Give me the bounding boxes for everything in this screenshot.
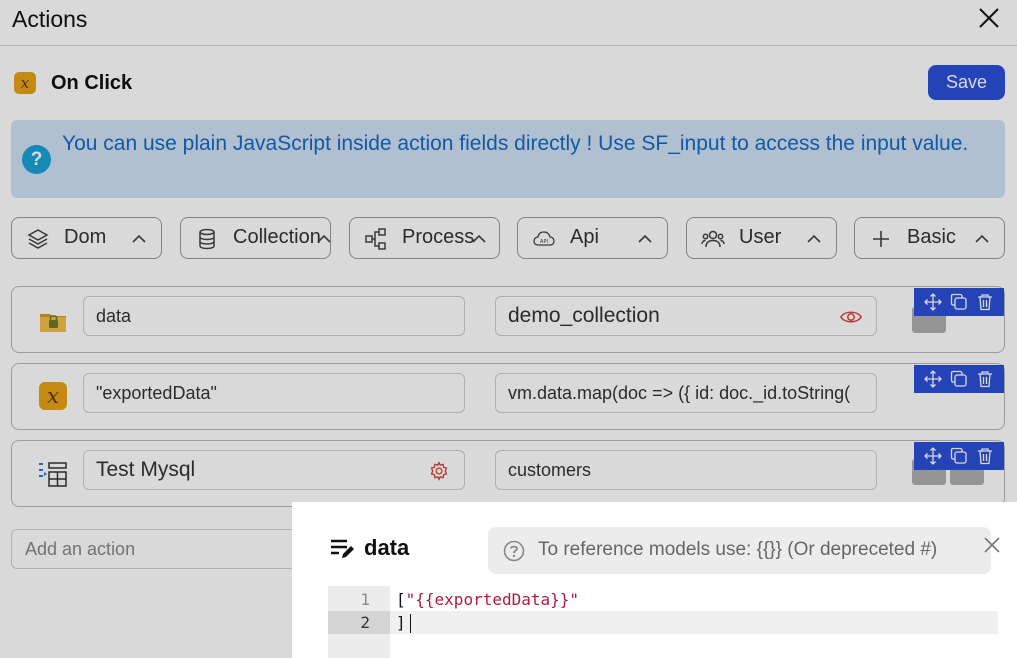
add-action-input[interactable] [12, 530, 310, 568]
question-icon: ? [22, 145, 51, 174]
variable-icon: x [39, 382, 67, 410]
trash-icon[interactable] [976, 370, 994, 388]
hint-banner: To reference models use: {{}} (Or deprec… [488, 527, 991, 574]
action-target-field[interactable]: "exportedData" [83, 373, 465, 413]
gear-icon[interactable] [428, 461, 450, 481]
panel-title: Actions [12, 6, 88, 32]
category-dom[interactable]: Dom [11, 217, 162, 259]
line-number: 2 [328, 611, 390, 634]
code-bracket: ] [396, 613, 406, 632]
action-row[interactable]: Test Mysql customers [11, 440, 1005, 507]
copy-icon[interactable] [950, 370, 968, 388]
move-icon[interactable] [924, 447, 942, 465]
category-label: Collection [233, 226, 321, 248]
code-line[interactable]: ["{{exportedData}}" [390, 588, 998, 611]
category-label: Dom [64, 226, 107, 248]
chevron-up-icon [317, 234, 331, 243]
category-label: User [739, 226, 782, 248]
category-collection[interactable]: Collection [180, 217, 331, 259]
folder-lock-icon [40, 314, 66, 332]
action-row[interactable]: x "exportedData" vm.data.map(doc => ({ i… [11, 363, 1005, 430]
table-icon [39, 462, 67, 487]
field-value: "exportedData" [96, 382, 217, 403]
chevron-up-icon [132, 234, 146, 243]
code-editor-modal: data To reference models use: {{}} (Or d… [292, 502, 1017, 658]
category-label: Basic [907, 226, 956, 248]
action-toolbar [914, 442, 1004, 470]
category-label: Process [402, 226, 475, 248]
users-icon [701, 230, 725, 248]
trigger-label: On Click [51, 71, 133, 94]
edit-list-icon [331, 539, 354, 558]
category-basic[interactable]: Basic [854, 217, 1005, 259]
action-toolbar [914, 365, 1004, 393]
plus-icon [873, 231, 889, 247]
chevron-up-icon [638, 234, 652, 243]
trash-icon[interactable] [976, 293, 994, 311]
copy-icon[interactable] [950, 447, 968, 465]
action-value-field[interactable]: demo_collection [495, 296, 877, 336]
modal-title: data [364, 535, 410, 560]
category-bar: Dom Collection Process API Api User Basi… [11, 217, 1005, 259]
code-editor[interactable]: 1 2 ["{{exportedData}}" ] [328, 586, 998, 658]
layers-icon [27, 229, 49, 249]
eye-icon[interactable] [840, 307, 862, 327]
code-string: "{{exportedData}}" [405, 590, 580, 609]
action-toolbar [914, 288, 1004, 316]
info-banner: ? You can use plain JavaScript inside ac… [11, 120, 1005, 198]
field-value: customers [508, 459, 592, 480]
process-icon [365, 228, 386, 250]
move-icon[interactable] [924, 370, 942, 388]
action-value-field[interactable]: vm.data.map(doc => ({ id: doc._id.toStri… [495, 373, 877, 413]
category-process[interactable]: Process [349, 217, 500, 259]
panel-header: Actions [0, 0, 1017, 46]
category-api[interactable]: API Api [517, 217, 668, 259]
close-icon[interactable] [977, 6, 1001, 30]
category-user[interactable]: User [686, 217, 837, 259]
code-bracket: [ [396, 590, 406, 609]
copy-icon[interactable] [950, 293, 968, 311]
database-icon [199, 228, 215, 250]
chevron-up-icon [472, 234, 486, 243]
text-cursor [409, 614, 411, 633]
action-target-field[interactable]: Test Mysql [83, 450, 465, 490]
action-target-field[interactable]: data [83, 296, 465, 336]
add-action-field[interactable] [11, 529, 311, 569]
variable-icon: x [14, 72, 36, 94]
action-row[interactable]: data demo_collection [11, 286, 1005, 353]
hint-text: To reference models use: {{}} (Or deprec… [538, 539, 938, 560]
field-value: demo_collection [508, 304, 660, 327]
trash-icon[interactable] [976, 447, 994, 465]
field-value: vm.data.map(doc => ({ id: doc._id.toStri… [508, 382, 851, 403]
line-number: 1 [360, 590, 370, 609]
chevron-up-icon [975, 234, 989, 243]
close-icon[interactable] [983, 536, 1001, 554]
code-line[interactable]: ] [390, 611, 998, 634]
category-label: Api [570, 226, 599, 248]
svg-text:API: API [540, 239, 548, 245]
field-value: Test Mysql [96, 458, 196, 481]
cloud-api-icon: API [533, 231, 555, 246]
action-value-field[interactable]: customers [495, 450, 877, 490]
help-circle-icon [503, 540, 525, 562]
save-button[interactable]: Save [928, 65, 1005, 100]
move-icon[interactable] [924, 293, 942, 311]
trigger-row: x On Click [14, 68, 132, 98]
info-text: You can use plain JavaScript inside acti… [62, 132, 969, 155]
chevron-up-icon [807, 234, 821, 243]
field-value: data [96, 305, 132, 326]
